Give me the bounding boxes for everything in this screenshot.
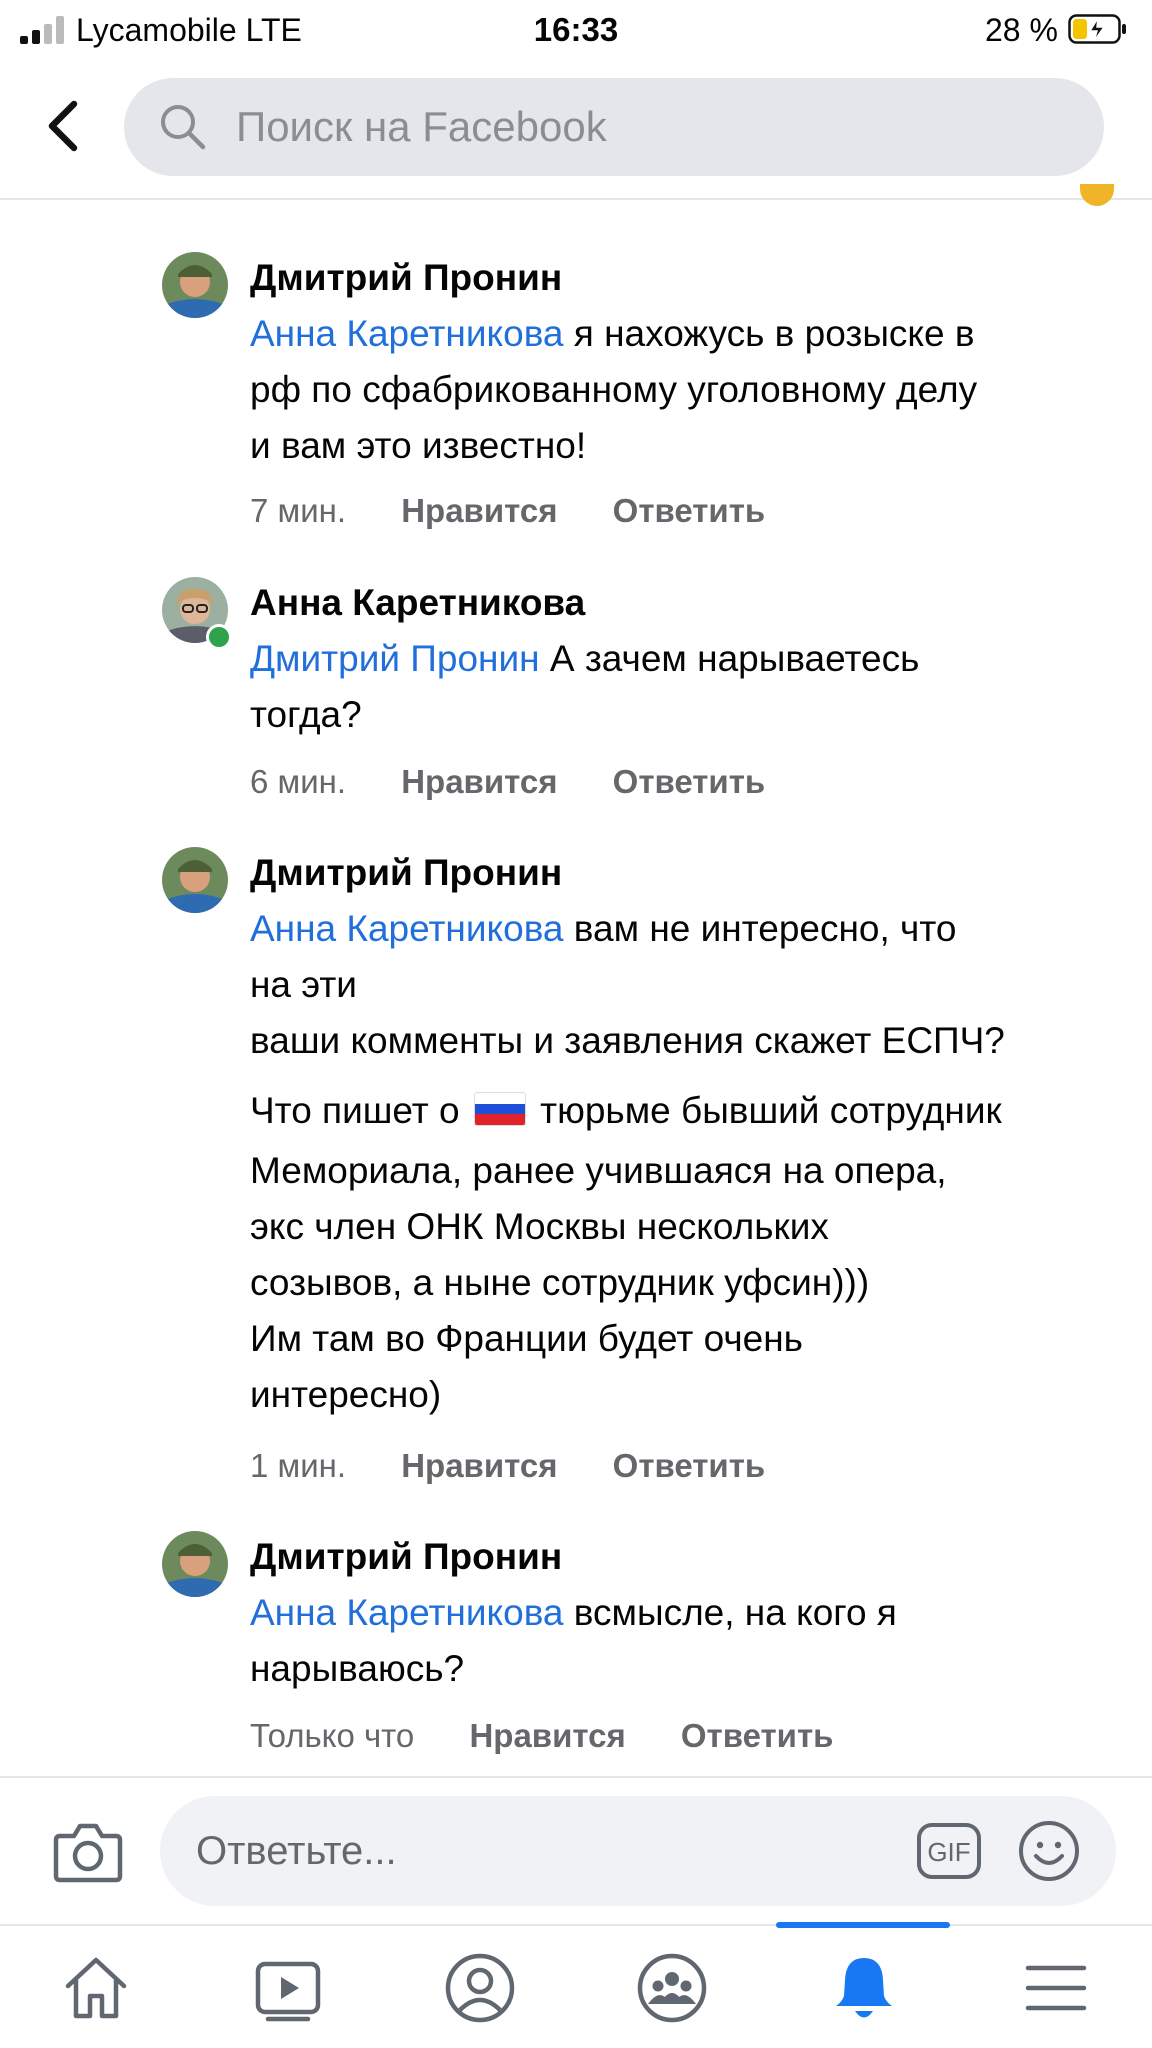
- like-button[interactable]: Нравится: [401, 491, 557, 531]
- comment-time: 6 мин.: [250, 763, 347, 800]
- like-button[interactable]: Нравится: [401, 1446, 557, 1486]
- watch-icon: [255, 1961, 321, 2022]
- groups-icon: [637, 1953, 707, 2023]
- tab-watch[interactable]: [192, 1926, 382, 2048]
- camera-icon[interactable]: [52, 1820, 124, 1884]
- reply-button[interactable]: Ответить: [681, 1716, 834, 1756]
- search-icon: [161, 105, 206, 150]
- search-input[interactable]: Поиск на Facebook: [124, 78, 1104, 176]
- gif-icon[interactable]: GIF: [916, 1822, 982, 1880]
- emoji-icon[interactable]: [1018, 1820, 1080, 1882]
- header-divider: [0, 198, 1152, 200]
- reply-divider: [0, 1776, 1152, 1778]
- comment-text: Анна Каретникова я нахожусь в розыске в …: [250, 313, 978, 466]
- reply-button[interactable]: Ответить: [613, 1446, 766, 1486]
- russia-flag-icon: [473, 1092, 526, 1126]
- comment-author[interactable]: Дмитрий Пронин: [250, 851, 562, 895]
- avatar[interactable]: [162, 252, 228, 318]
- comment-text: Дмитрий Пронин А зачем нарываетесь тогда…: [250, 638, 920, 735]
- tab-home[interactable]: [0, 1926, 190, 2048]
- mention-link[interactable]: Дмитрий Пронин: [250, 638, 540, 679]
- mention-link[interactable]: Анна Каретникова: [250, 1592, 564, 1633]
- comment-meta: Только что Нравится Ответить: [250, 1716, 833, 1756]
- comment-author[interactable]: Анна Каретникова: [250, 581, 585, 625]
- comment-meta: 1 мин. Нравится Ответить: [250, 1446, 765, 1486]
- reply-input[interactable]: Ответьте... GIF: [160, 1796, 1116, 1906]
- comment-meta: 7 мин. Нравится Ответить: [250, 491, 765, 531]
- mention-link[interactable]: Анна Каретникова: [250, 313, 564, 354]
- comment-text: Анна Каретникова вам не интересно, что н…: [250, 908, 1005, 1415]
- comment-text: Анна Каретникова всмысле, на кого я нары…: [250, 1592, 897, 1689]
- signal-strength-icon: [20, 16, 66, 44]
- menu-icon: [1025, 1965, 1087, 2011]
- battery-percentage: 28 %: [985, 12, 1058, 48]
- reply-button[interactable]: Ответить: [613, 491, 766, 531]
- comment-time: 1 мин.: [250, 1447, 347, 1484]
- reply-button[interactable]: Ответить: [613, 762, 766, 802]
- tab-groups[interactable]: [576, 1926, 766, 2048]
- reply-placeholder: Ответьте...: [196, 1829, 397, 1873]
- search-placeholder: Поиск на Facebook: [236, 103, 607, 150]
- avatar[interactable]: [162, 1531, 228, 1597]
- comment-time: 7 мин.: [250, 492, 347, 529]
- comment-time: Только что: [250, 1717, 415, 1754]
- reaction-icon-partial: [1080, 184, 1114, 206]
- back-icon[interactable]: [38, 96, 90, 156]
- notifications-icon: [836, 1958, 892, 2018]
- like-button[interactable]: Нравится: [401, 762, 557, 802]
- home-icon: [65, 1957, 127, 2019]
- comment-author[interactable]: Дмитрий Пронин: [250, 256, 562, 300]
- tab-profile[interactable]: [384, 1926, 574, 2048]
- battery-charging-icon: [1068, 14, 1126, 44]
- status-time: 16:33: [533, 11, 619, 48]
- like-button[interactable]: Нравится: [469, 1716, 625, 1756]
- tab-notifications[interactable]: [768, 1926, 958, 2048]
- tab-menu[interactable]: [960, 1926, 1150, 2048]
- svg-text:GIF: GIF: [927, 1837, 970, 1867]
- comment-author[interactable]: Дмитрий Пронин: [250, 1535, 562, 1579]
- online-status-dot: [206, 624, 232, 650]
- comment-meta: 6 мин. Нравится Ответить: [250, 762, 765, 802]
- mention-link[interactable]: Анна Каретникова: [250, 908, 564, 949]
- profile-icon: [445, 1953, 515, 2023]
- carrier-label: Lycamobile LTE: [76, 12, 302, 48]
- status-bar: Lycamobile LTE 16:33 28 %: [0, 0, 1152, 60]
- avatar[interactable]: [162, 847, 228, 913]
